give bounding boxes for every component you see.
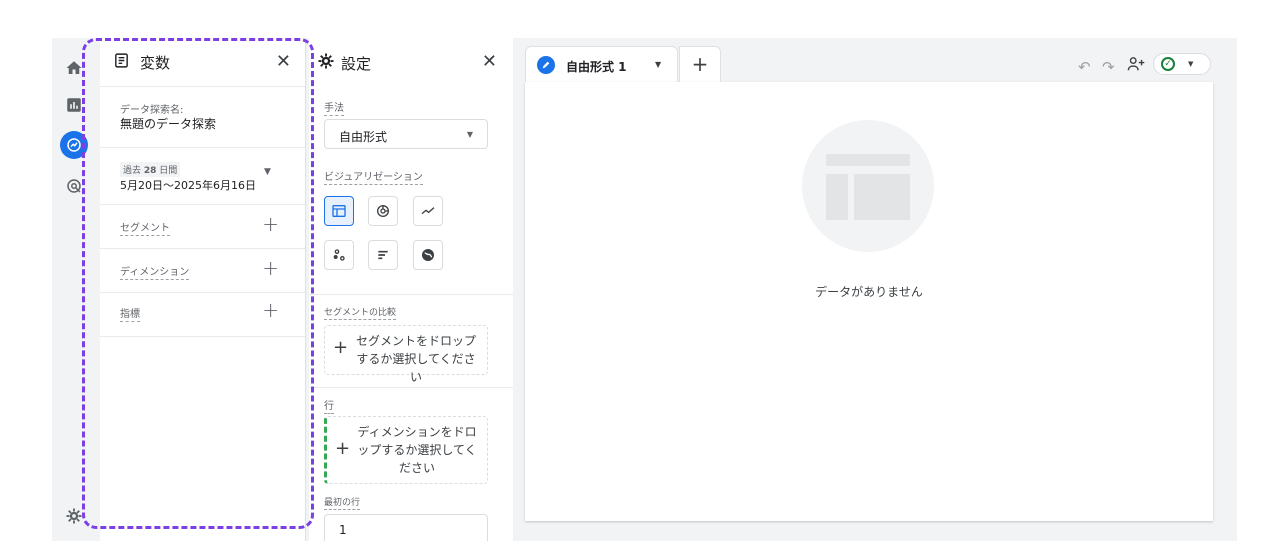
variables-icon xyxy=(113,52,130,73)
geo-map-icon[interactable] xyxy=(413,240,443,270)
check-circle-icon: ✓ xyxy=(1161,57,1175,71)
reports-icon[interactable] xyxy=(60,91,88,119)
metrics-label: 指標 xyxy=(120,305,140,322)
settings-panel: 設定 ✕ 手法 自由形式 ▼ ビジュアリゼーション セグメントの比較 + セグメ… xyxy=(309,38,513,541)
add-tab-button[interactable]: + xyxy=(679,46,721,82)
gear-icon[interactable] xyxy=(60,502,88,530)
plus-icon: + xyxy=(335,438,351,459)
metrics-section: 指標 + xyxy=(100,293,305,337)
tab-freeform-1[interactable]: 自由形式 1 ▼ xyxy=(525,46,678,82)
explore-icon[interactable] xyxy=(60,131,88,159)
dimensions-section: ディメンション + xyxy=(100,249,305,293)
table-icon[interactable] xyxy=(324,196,354,226)
explore-app: 変数 ✕ データ探索名: 無題のデータ探索 過去 28 日間 5月20日～202… xyxy=(52,38,1237,541)
canvas-tab-bar: 自由形式 1 ▼ + ↶ ↷ ✓ ▼ xyxy=(525,44,1237,82)
settings-panel-title: 設定 xyxy=(341,55,372,73)
add-dimension-icon[interactable]: + xyxy=(262,256,279,280)
empty-table-illustration xyxy=(802,120,934,252)
visualization-label: ビジュアリゼーション xyxy=(324,168,423,185)
add-segment-icon[interactable]: + xyxy=(262,212,279,236)
variables-panel-title: 変数 xyxy=(140,54,171,72)
dimensions-label: ディメンション xyxy=(120,263,190,280)
line-chart-icon[interactable] xyxy=(413,196,443,226)
exploration-name-section[interactable]: データ探索名: 無題のデータ探索 xyxy=(100,87,305,148)
segment-comparison-label: セグメントの比較 xyxy=(324,305,397,320)
technique-value: 自由形式 xyxy=(339,130,388,144)
first-row-value: 1 xyxy=(339,523,347,537)
settings-gear-icon xyxy=(317,52,335,74)
undo-icon[interactable]: ↶ xyxy=(1078,58,1091,76)
share-user-icon[interactable] xyxy=(1127,56,1145,76)
tab-chevron-down-icon[interactable]: ▼ xyxy=(655,60,661,69)
technique-select[interactable]: 自由形式 ▼ xyxy=(324,119,488,149)
close-icon[interactable]: ✕ xyxy=(276,51,291,72)
left-nav-rail xyxy=(52,38,98,541)
home-icon[interactable] xyxy=(60,54,88,82)
status-chevron-down-icon: ▼ xyxy=(1188,60,1194,68)
scatter-plot-icon[interactable] xyxy=(324,240,354,270)
chevron-down-icon: ▼ xyxy=(264,167,271,177)
date-range-selector[interactable]: 過去 28 日間 5月20日～2025年6月16日 ▼ xyxy=(100,148,305,205)
technique-label: 手法 xyxy=(324,99,344,116)
close-settings-icon[interactable]: ✕ xyxy=(482,51,497,72)
exploration-name-label: データ探索名: xyxy=(120,105,184,116)
segment-drop-zone[interactable]: + セグメントをドロップするか選択してください xyxy=(324,325,488,384)
segments-label: セグメント xyxy=(120,219,170,236)
date-range-badge: 過去 28 日間 xyxy=(120,162,181,177)
rows-label: 行 xyxy=(324,397,334,414)
technique-chevron-down-icon: ▼ xyxy=(466,130,473,139)
divider xyxy=(309,294,513,295)
variables-panel: 変数 ✕ データ探索名: 無題のデータ探索 過去 28 日間 5月20日～202… xyxy=(100,38,306,541)
variables-panel-header: 変数 ✕ xyxy=(100,38,305,87)
tab-label: 自由形式 1 xyxy=(566,60,627,74)
divider xyxy=(309,387,513,388)
pencil-icon xyxy=(537,56,555,74)
rows-drop-text: ディメンションをドロップするか選択してください xyxy=(357,425,477,475)
first-row-label: 最初の行 xyxy=(324,495,361,510)
segments-section: セグメント + xyxy=(100,205,305,249)
advertising-icon[interactable] xyxy=(60,172,88,200)
bar-chart-icon[interactable] xyxy=(368,240,398,270)
rows-drop-zone[interactable]: + ディメンションをドロップするか選択してください xyxy=(324,416,488,484)
plus-icon: + xyxy=(333,337,349,358)
exploration-canvas: データがありません xyxy=(525,82,1213,521)
first-row-input[interactable]: 1 xyxy=(324,514,488,541)
segment-drop-text: セグメントをドロップするか選択してください xyxy=(355,334,476,384)
add-metric-icon[interactable]: + xyxy=(262,298,279,322)
settings-panel-header: 設定 ✕ xyxy=(309,38,513,86)
date-range-text: 5月20日～2025年6月16日 xyxy=(120,179,256,192)
redo-icon[interactable]: ↷ xyxy=(1102,58,1115,76)
donut-chart-icon[interactable] xyxy=(368,196,398,226)
empty-state-message: データがありません xyxy=(815,285,923,299)
status-check-dropdown[interactable]: ✓ ▼ xyxy=(1153,53,1211,75)
exploration-name-value[interactable]: 無題のデータ探索 xyxy=(120,115,216,132)
